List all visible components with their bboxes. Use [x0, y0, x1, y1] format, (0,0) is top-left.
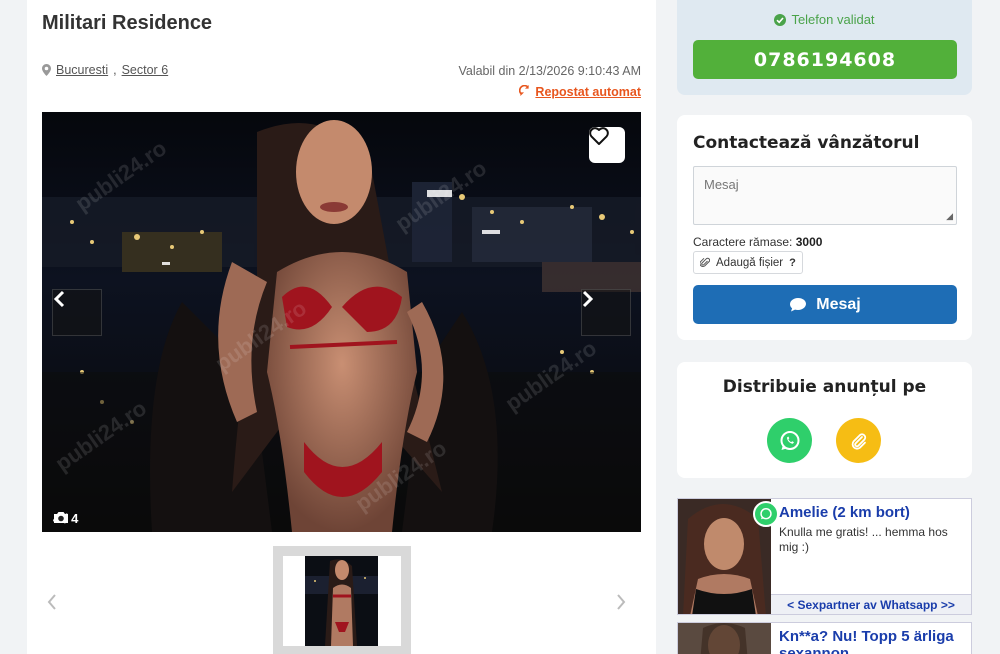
- send-message-button[interactable]: Mesaj: [693, 285, 957, 324]
- attach-file-button[interactable]: Adaugă fișier ?: [693, 251, 803, 274]
- thumbnail-active[interactable]: [273, 546, 411, 654]
- thumbnails-next-button[interactable]: [616, 590, 626, 616]
- main-photo[interactable]: publi24.ro publi24.ro publi24.ro publi24…: [42, 112, 641, 532]
- check-circle-icon: [774, 13, 787, 26]
- chevron-left-icon: [53, 290, 65, 308]
- camera-icon: [54, 512, 68, 523]
- location-sector-link[interactable]: Sector 6: [122, 63, 169, 77]
- thumbnails-prev-button[interactable]: [47, 590, 57, 616]
- resize-grip-icon[interactable]: ◢: [946, 211, 953, 222]
- share-copy-link-button[interactable]: [836, 418, 881, 463]
- chars-remaining-value: 3000: [795, 235, 823, 249]
- link-icon: [851, 432, 866, 450]
- phone-validated: Telefon validat: [677, 12, 972, 27]
- location: Bucuresti, Sector 6: [42, 63, 168, 77]
- chat-bubble-icon: [790, 298, 807, 312]
- favorite-button[interactable]: [589, 127, 625, 163]
- repost-link[interactable]: Repostat automat: [519, 84, 641, 99]
- chevron-right-icon: [582, 290, 594, 308]
- ad-image: [678, 623, 771, 654]
- contact-title: Contactează vânzătorul: [693, 133, 920, 153]
- chevron-left-icon: [47, 594, 56, 610]
- refresh-icon: [519, 84, 530, 99]
- chars-remaining: Caractere rămase: 3000: [693, 235, 822, 249]
- whatsapp-icon: [780, 430, 799, 450]
- map-pin-icon: [42, 64, 51, 76]
- share-title: Distribuie anunțul pe: [722, 377, 927, 397]
- whatsapp-badge-icon: [753, 501, 779, 527]
- message-textarea[interactable]: Mesaj ◢: [693, 166, 957, 225]
- ad-title[interactable]: Kn**a? Nu! Topp 5 ärliga sexannon: [779, 628, 964, 654]
- attach-file-label: Adaugă fișier: [716, 256, 784, 269]
- ad-link[interactable]: < Sexpartner av Whatsapp >>: [771, 594, 971, 614]
- chevron-right-icon: [617, 594, 626, 610]
- listing-title: Militari Residence: [42, 12, 213, 34]
- phone-card: Telefon validat 0786194608: [677, 0, 972, 95]
- ad-text: Knulla me gratis! ... hemma hos mig :): [779, 525, 948, 554]
- photo-prev-button[interactable]: [52, 289, 102, 336]
- heart-icon: [589, 127, 609, 145]
- photo-next-button[interactable]: [581, 289, 631, 336]
- phone-number-button[interactable]: 0786194608: [693, 40, 957, 79]
- attach-help-icon[interactable]: ?: [789, 257, 796, 269]
- paperclip-icon: [700, 257, 710, 267]
- contact-card: Contactează vânzătorul Mesaj ◢ Caractere…: [677, 115, 972, 340]
- location-city-link[interactable]: Bucuresti: [56, 63, 108, 77]
- share-card: Distribuie anunțul pe: [677, 362, 972, 478]
- ad-card[interactable]: Kn**a? Nu! Topp 5 ärliga sexannon: [677, 622, 972, 654]
- photo-counter: 4 / 4: [53, 511, 78, 526]
- listing-card: Militari Residence Bucuresti, Sector 6 V…: [27, 0, 656, 654]
- valid-since: Valabil din 2/13/2026 9:10:43 AM: [458, 64, 641, 78]
- thumbnail-image: [305, 556, 378, 646]
- ad-card[interactable]: Amelie (2 km bort) Knulla me gratis! ...…: [677, 498, 972, 615]
- ad-title[interactable]: Amelie (2 km bort): [779, 504, 910, 521]
- phone-validated-label: Telefon validat: [791, 12, 875, 27]
- photo-image: publi24.ro publi24.ro publi24.ro publi24…: [42, 112, 641, 532]
- share-whatsapp-button[interactable]: [767, 418, 812, 463]
- send-message-label: Mesaj: [816, 295, 861, 313]
- message-placeholder: Mesaj: [704, 177, 739, 192]
- chars-remaining-label: Caractere rămase:: [693, 235, 793, 249]
- repost-label: Repostat automat: [535, 85, 641, 99]
